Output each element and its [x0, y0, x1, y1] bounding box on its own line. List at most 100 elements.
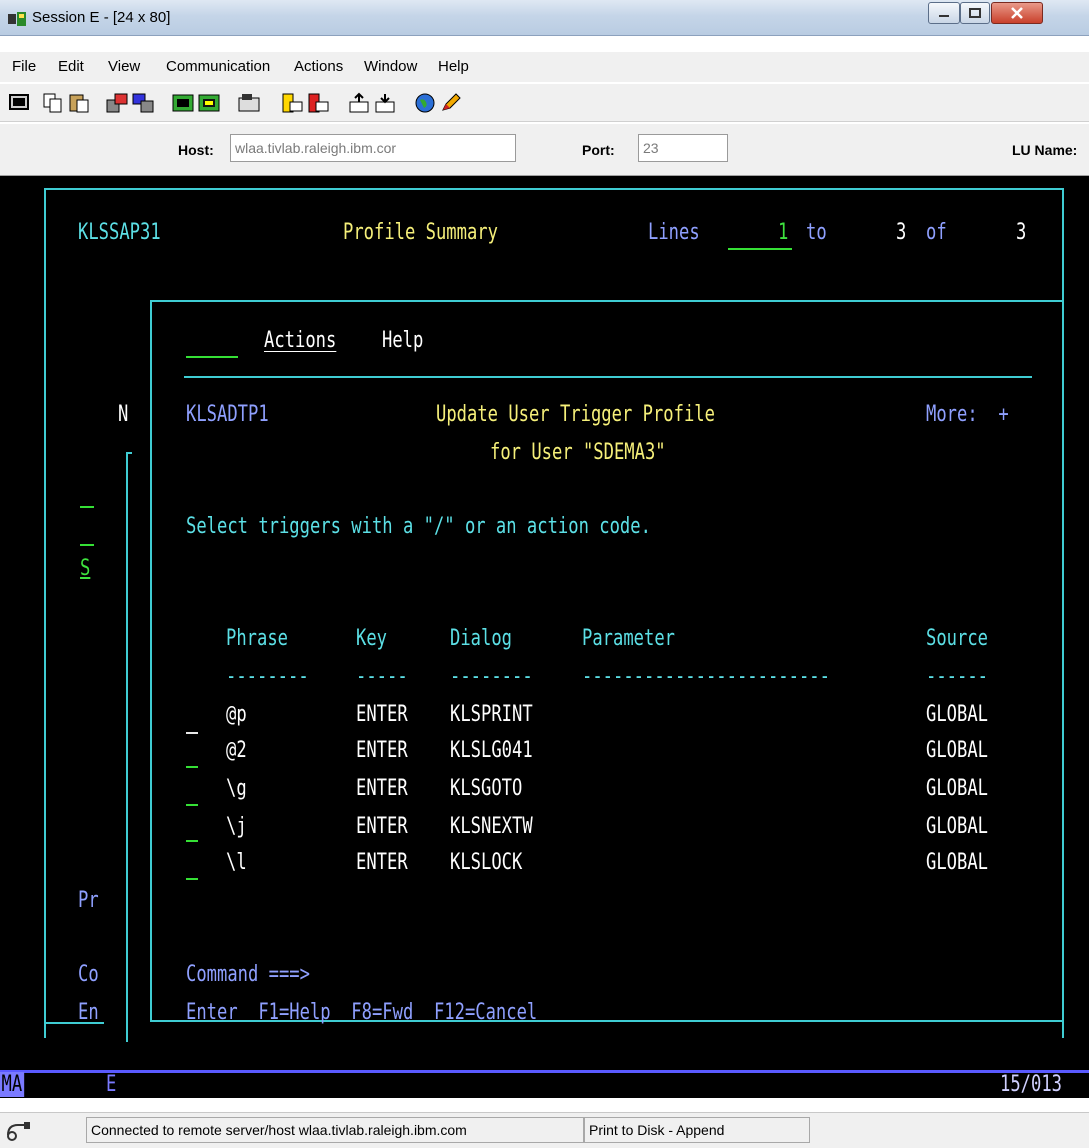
background-co-text: Co [78, 962, 99, 987]
row-select-field[interactable] [186, 732, 198, 734]
close-icon [1011, 7, 1023, 19]
menu-help[interactable]: Help [438, 58, 469, 75]
play-icon[interactable] [282, 92, 304, 114]
dash-source: ------ [926, 664, 988, 689]
connection-icon [7, 1122, 30, 1141]
row-select-field[interactable] [186, 840, 198, 842]
lines-from-underline [728, 248, 792, 250]
background-divider [126, 452, 128, 1042]
maximize-icon [969, 8, 981, 18]
row-dialog: KLSGOTO [450, 776, 523, 801]
connection-status: Connected to remote server/host wlaa.tiv… [86, 1117, 584, 1143]
menu-help-terminal[interactable]: Help [382, 328, 423, 354]
terminal-screen[interactable]: KLSSAP31 Profile Summary Lines 1 to 3 of… [0, 176, 1089, 1070]
stop-icon[interactable] [308, 92, 330, 114]
copy-icon[interactable] [42, 92, 64, 114]
row-dialog: KLSNEXTW [450, 814, 533, 839]
lines-to-label: to [806, 220, 827, 245]
header-phrase: Phrase [226, 626, 288, 651]
menu-edit[interactable]: Edit [58, 58, 84, 75]
operator-info-area: MA E 15/013 [0, 1070, 1089, 1098]
send-icon[interactable] [106, 92, 128, 114]
command-label: Command ===> [186, 962, 310, 987]
keyboard-icon[interactable] [172, 92, 194, 114]
popup-title: Update User Trigger Profile [436, 402, 715, 427]
macro-icon[interactable] [198, 92, 220, 114]
print-status: Print to Disk - Append [584, 1117, 810, 1143]
transfer-to-icon[interactable] [348, 92, 370, 114]
row-phrase: @2 [226, 738, 247, 763]
app-icon [8, 12, 26, 26]
lu-name-label: LU Name: [1012, 142, 1078, 158]
panel-id: KLSSAP31 [78, 220, 161, 245]
toolbar [0, 84, 1089, 122]
dash-phrase: -------- [226, 664, 309, 689]
panel-title: Profile Summary [343, 220, 498, 245]
row-source: GLOBAL [926, 814, 988, 839]
lines-from-field[interactable]: 1 [778, 220, 788, 246]
row-source: GLOBAL [926, 850, 988, 875]
row-source: GLOBAL [926, 702, 988, 727]
host-field[interactable]: wlaa.tivlab.raleigh.ibm.cor [230, 134, 516, 162]
row-select-field[interactable] [186, 878, 198, 880]
edit-icon[interactable] [440, 92, 462, 114]
row-select-field[interactable] [186, 804, 198, 806]
menu-view[interactable]: View [108, 58, 140, 75]
title-bar: Session E - [24 x 80] [0, 0, 1089, 36]
row-phrase: @p [226, 702, 247, 727]
port-field[interactable]: 23 [638, 134, 728, 162]
header-dialog: Dialog [450, 626, 512, 651]
minimize-button[interactable] [928, 2, 960, 24]
background-select-field-1[interactable] [80, 506, 94, 508]
background-column-n: N [118, 402, 129, 427]
status-bar: Connected to remote server/host wlaa.tiv… [0, 1112, 1089, 1148]
cursor-position: 15/013 [1000, 1072, 1062, 1097]
action-bar-separator [184, 376, 1032, 378]
maximize-button[interactable] [960, 2, 990, 24]
transfer-from-icon[interactable] [374, 92, 396, 114]
oia-mode: E [106, 1072, 117, 1097]
oia-indicator: MA [0, 1072, 24, 1097]
row-key: ENTER [356, 776, 408, 801]
background-bottom-line [44, 1022, 104, 1024]
row-key: ENTER [356, 814, 408, 839]
display-icon[interactable] [8, 92, 30, 114]
port-label: Port: [582, 142, 615, 158]
menu-file[interactable]: File [12, 58, 36, 75]
popup-panel-id: KLSADTP1 [186, 402, 269, 427]
background-select-field-3[interactable]: S [80, 556, 90, 582]
instruction-text: Select triggers with a "/" or an action … [186, 514, 651, 539]
header-source: Source [926, 626, 988, 651]
menu-communication[interactable]: Communication [166, 58, 270, 75]
action-bar-select-field[interactable] [186, 356, 238, 358]
dash-parameter: ------------------------ [582, 664, 830, 689]
header-parameter: Parameter [582, 626, 675, 651]
row-key: ENTER [356, 738, 408, 763]
background-pr-text: Pr [78, 888, 99, 913]
close-button[interactable] [991, 2, 1043, 24]
row-source: GLOBAL [926, 776, 988, 801]
row-select-field[interactable] [186, 766, 198, 768]
web-icon[interactable] [414, 92, 436, 114]
background-select-field-2[interactable] [80, 544, 94, 546]
row-dialog: KLSLG041 [450, 738, 533, 763]
more-indicator: More: + [926, 402, 1009, 427]
row-source: GLOBAL [926, 738, 988, 763]
paste-icon[interactable] [68, 92, 90, 114]
lines-label: Lines [648, 220, 700, 245]
row-key: ENTER [356, 850, 408, 875]
function-keys[interactable]: Enter F1=Help F8=Fwd F12=Cancel [186, 1000, 537, 1026]
host-bar: Host: wlaa.tivlab.raleigh.ibm.cor Port: … [0, 124, 1089, 176]
row-key: ENTER [356, 702, 408, 727]
menu-bar: File Edit View Communication Actions Win… [0, 52, 1089, 82]
host-label: Host: [178, 142, 214, 158]
row-phrase: \g [226, 776, 247, 801]
receive-icon[interactable] [132, 92, 154, 114]
record-icon[interactable] [238, 92, 260, 114]
menu-actions[interactable]: Actions [294, 58, 343, 75]
lines-to-value: 3 [896, 220, 907, 245]
window-title: Session E - [24 x 80] [32, 9, 171, 26]
menu-window[interactable]: Window [364, 58, 417, 75]
of-label: of [926, 220, 947, 245]
menu-actions-terminal[interactable]: Actions [264, 328, 336, 354]
